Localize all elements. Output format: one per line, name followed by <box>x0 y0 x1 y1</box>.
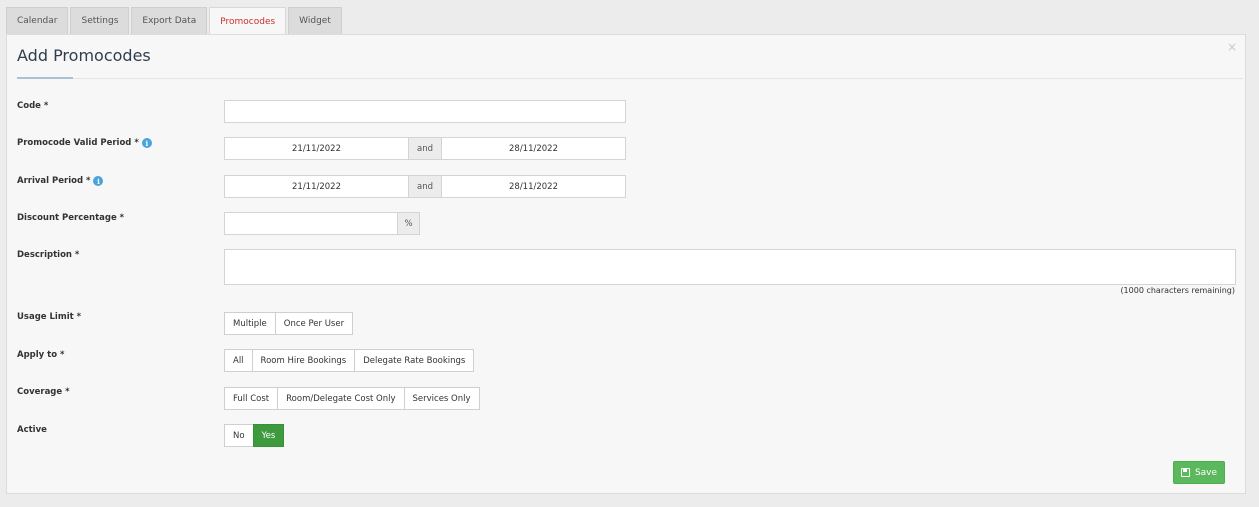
usage-limit-label: Usage Limit * <box>17 312 81 322</box>
coverage-group: Full Cost Room/Delegate Cost Only Servic… <box>224 387 480 410</box>
arrival-period-label-text: Arrival Period * <box>17 176 91 186</box>
description-textarea[interactable] <box>224 249 1236 285</box>
active-label: Active <box>17 425 47 435</box>
save-label: Save <box>1194 467 1218 478</box>
description-label: Description * <box>17 250 79 260</box>
valid-period-label-text: Promocode Valid Period * <box>17 138 139 148</box>
apply-to-all[interactable]: All <box>224 349 253 372</box>
arrival-period-to-input[interactable] <box>441 175 626 198</box>
valid-period-and-addon: and <box>408 137 442 160</box>
title-accent <box>17 77 73 79</box>
arrival-period-and-addon: and <box>408 175 442 198</box>
tab-export-data[interactable]: Export Data <box>131 7 208 34</box>
discount-label-text: Discount Percentage * <box>17 213 125 223</box>
info-icon[interactable]: i <box>141 138 152 148</box>
code-label-text: Code * <box>17 101 49 111</box>
active-toggle-group: No Yes <box>224 424 285 447</box>
description-label-text: Description * <box>17 250 80 260</box>
apply-to-label-text: Apply to * <box>17 350 65 360</box>
tab-bar: Calendar Settings Export Data Promocodes… <box>6 7 344 35</box>
discount-input[interactable] <box>224 212 398 235</box>
active-yes[interactable]: Yes <box>252 424 285 447</box>
arrival-period-label: Arrival Period * i <box>17 176 104 186</box>
coverage-label: Coverage * <box>17 387 70 397</box>
tab-promocodes[interactable]: Promocodes <box>209 7 287 35</box>
valid-period-label: Promocode Valid Period * i <box>17 138 152 148</box>
percent-addon: % <box>397 212 420 235</box>
arrival-period-from-input[interactable] <box>224 175 409 198</box>
add-promocode-panel: Add Promocodes × Code * Promocode Valid … <box>6 34 1246 494</box>
apply-to-label: Apply to * <box>17 350 64 360</box>
panel-title: Add Promocodes <box>17 46 151 65</box>
title-divider <box>17 78 1243 79</box>
active-label-text: Active <box>17 425 47 435</box>
coverage-room-delegate-only[interactable]: Room/Delegate Cost Only <box>277 387 405 410</box>
tab-settings[interactable]: Settings <box>70 7 130 34</box>
apply-to-room-hire[interactable]: Room Hire Bookings <box>251 349 356 372</box>
usage-limit-multiple[interactable]: Multiple <box>224 312 276 335</box>
valid-period-from-input[interactable] <box>224 137 409 160</box>
save-button[interactable]: Save <box>1173 461 1225 484</box>
apply-to-group: All Room Hire Bookings Delegate Rate Boo… <box>224 349 475 372</box>
floppy-disk-icon <box>1180 468 1190 477</box>
coverage-services-only[interactable]: Services Only <box>403 387 480 410</box>
discount-label: Discount Percentage * <box>17 213 124 223</box>
tab-widget[interactable]: Widget <box>288 7 342 34</box>
info-icon[interactable]: i <box>93 176 104 186</box>
tab-calendar[interactable]: Calendar <box>6 7 69 34</box>
code-label: Code * <box>17 101 48 111</box>
active-no[interactable]: No <box>224 424 254 447</box>
apply-to-delegate-rate[interactable]: Delegate Rate Bookings <box>354 349 475 372</box>
code-input[interactable] <box>224 100 626 123</box>
valid-period-to-input[interactable] <box>441 137 626 160</box>
coverage-full-cost[interactable]: Full Cost <box>224 387 279 410</box>
usage-limit-label-text: Usage Limit * <box>17 312 82 322</box>
close-icon[interactable]: × <box>1227 40 1237 54</box>
characters-remaining: (1000 characters remaining) <box>1120 286 1235 295</box>
coverage-label-text: Coverage * <box>17 387 70 397</box>
usage-limit-group: Multiple Once Per User <box>224 312 354 335</box>
usage-limit-once-per-user[interactable]: Once Per User <box>274 312 354 335</box>
